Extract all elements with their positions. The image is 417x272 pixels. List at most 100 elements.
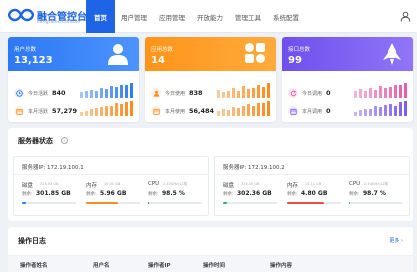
- metric-cpu: CPU 2.40GHz/12核 剩余: 98.5 %: [148, 181, 204, 211]
- nav-user-management[interactable]: 用户管理: [115, 0, 153, 33]
- nav-open-capability[interactable]: 开放能力: [191, 0, 229, 33]
- progress-fill: [349, 202, 350, 204]
- sparkline-bar: [130, 83, 133, 98]
- users-icon: [108, 44, 128, 65]
- calendar-icon: [151, 106, 161, 116]
- progress-bar: [148, 202, 202, 204]
- server-ip-value: 172.19.100.2: [248, 165, 285, 171]
- stat-row-value: 57,279: [52, 106, 78, 115]
- sparkline: [80, 101, 135, 116]
- nav-app-management[interactable]: 应用管理: [153, 0, 191, 33]
- sparkline-bar: [232, 88, 235, 98]
- progress-bar: [287, 202, 341, 204]
- metric-total: 324.05 GB: [241, 182, 260, 186]
- server-card-1: 服务器IP: 172.19.100.1 磁盘 324.53 GB 剩余: 301…: [13, 156, 209, 216]
- metric-remain-label: 剩余:: [148, 192, 159, 197]
- metric-name: 磁盘: [22, 183, 34, 189]
- nav-management-tools[interactable]: 管理工具: [229, 0, 267, 33]
- sparkline-bar: [252, 105, 255, 116]
- stat-row-label: 今日调用: [302, 91, 323, 97]
- metric-remain-label: 剩余:: [223, 192, 234, 197]
- nav-system-config[interactable]: 系统配置: [267, 0, 305, 33]
- metric-total: 15.11 GB: [305, 182, 322, 186]
- progress-fill: [148, 202, 149, 204]
- sparkline-bar: [242, 86, 245, 98]
- stat-value: 99: [288, 55, 302, 66]
- server-card-2: 服务器IP: 172.19.100.2 磁盘 324.05 GB 剩余: 302…: [214, 156, 410, 216]
- panel-title: 操作日志: [18, 237, 46, 245]
- sparkline-bar: [130, 101, 133, 116]
- metric-name: 内存: [287, 183, 299, 189]
- sparkline-bar: [379, 107, 382, 116]
- stat-row-month: 本月调用 0: [288, 105, 348, 117]
- sparkline-bar: [80, 92, 83, 98]
- stat-card-users: 用户总数 13,123 今日活跃 840 本月活跃 57,279: [8, 37, 139, 122]
- sparkline-bar: [262, 86, 265, 98]
- stat-value: 13,123: [14, 55, 53, 66]
- sparkline-bar: [110, 106, 113, 116]
- progress-fill: [22, 202, 26, 204]
- table-header: 操作者姓名 用户名 操作者IP 操作时间 操作内容: [8, 255, 413, 272]
- sparkline-bar: [125, 101, 128, 116]
- metric-disk: 磁盘 324.53 GB 剩余: 301.85 GB: [22, 181, 78, 211]
- stat-row-value: 838: [189, 88, 203, 97]
- sparkline: [80, 83, 135, 98]
- metric-remain-value: 98.5 %: [162, 190, 185, 197]
- progress-bar: [223, 202, 277, 204]
- nav-home[interactable]: 首页: [86, 0, 115, 33]
- sparkline-bar: [237, 91, 240, 98]
- stat-card-apps: 应用总数 14 今日使用 838 本月使用 56,484: [145, 37, 276, 122]
- metric-name: 磁盘: [223, 183, 235, 189]
- sparkline-bar: [394, 84, 397, 98]
- metric-name: CPU: [349, 181, 361, 187]
- sparkline-bar: [399, 101, 402, 116]
- metric-remain-label: 剩余:: [349, 192, 360, 197]
- column-header: 操作者IP: [148, 263, 171, 269]
- sparkline-bar: [354, 91, 357, 98]
- info-icon[interactable]: i: [61, 136, 68, 144]
- sparkline-bar: [369, 87, 372, 98]
- rocket-icon: [383, 43, 401, 65]
- user-avatar-icon[interactable]: [400, 11, 411, 22]
- sparkline-bar: [80, 111, 83, 116]
- sparkline-bar: [252, 87, 255, 98]
- column-header: 操作时间: [203, 263, 226, 269]
- metric-remain-label: 剩余:: [22, 192, 33, 197]
- sparkline-bar: [120, 84, 123, 98]
- server-ip-label: 服务器IP:: [22, 165, 46, 171]
- stat-card-interfaces: 接口总数 99 今日调用 0 本月调用 0: [282, 37, 413, 122]
- metric-remain-label: 剩余:: [287, 192, 298, 197]
- metric-name: CPU: [148, 181, 160, 187]
- logo-subtitle: Integrated Console: [37, 20, 80, 25]
- stat-row-value: 840: [52, 88, 66, 97]
- sparkline-bar: [227, 110, 230, 116]
- stat-row-label: 今日活跃: [28, 91, 49, 97]
- stat-row-label: 本月活跃: [28, 109, 49, 115]
- sparkline-bar: [115, 86, 118, 98]
- top-header: 融合管控台 Integrated Console 首页 用户管理 应用管理 开放…: [0, 0, 417, 33]
- clock-icon: [14, 88, 24, 98]
- metric-disk: 磁盘 324.05 GB 剩余: 302.36 GB: [223, 181, 279, 211]
- more-link[interactable]: 更多 ›: [389, 237, 403, 244]
- operation-log-panel: 操作日志 更多 › 操作者姓名 用户名 操作者IP 操作时间 操作内容: [8, 227, 413, 272]
- stat-card-header: 应用总数 14: [145, 37, 276, 71]
- metric-cpu: CPU 2.40GHz/12核 剩余: 98.7 %: [349, 181, 405, 211]
- metric-remain-label: 剩余:: [86, 192, 97, 197]
- stat-row-month: 本月使用 56,484: [151, 105, 214, 117]
- divider: [14, 174, 208, 175]
- sparkline-bar: [232, 107, 235, 116]
- stat-row-value: 0: [326, 88, 331, 97]
- sparkline-bar: [404, 83, 407, 98]
- metric-name: 内存: [86, 183, 98, 189]
- app-logo[interactable]: 融合管控台 Integrated Console: [8, 6, 87, 28]
- metric-total: 2.40GHz/12核: [163, 182, 188, 186]
- sparkline-bar: [115, 103, 118, 116]
- sparkline-bar: [95, 107, 98, 116]
- metric-total: 15.01 GB: [104, 182, 121, 186]
- server-ip-label: 服务器IP:: [223, 165, 247, 171]
- stat-row-today: 今日使用 838: [151, 87, 211, 99]
- sparkline-bar: [247, 104, 250, 116]
- more-link-label: 更多: [389, 238, 400, 244]
- sparkline: [217, 101, 272, 116]
- sparkline-bar: [227, 90, 230, 98]
